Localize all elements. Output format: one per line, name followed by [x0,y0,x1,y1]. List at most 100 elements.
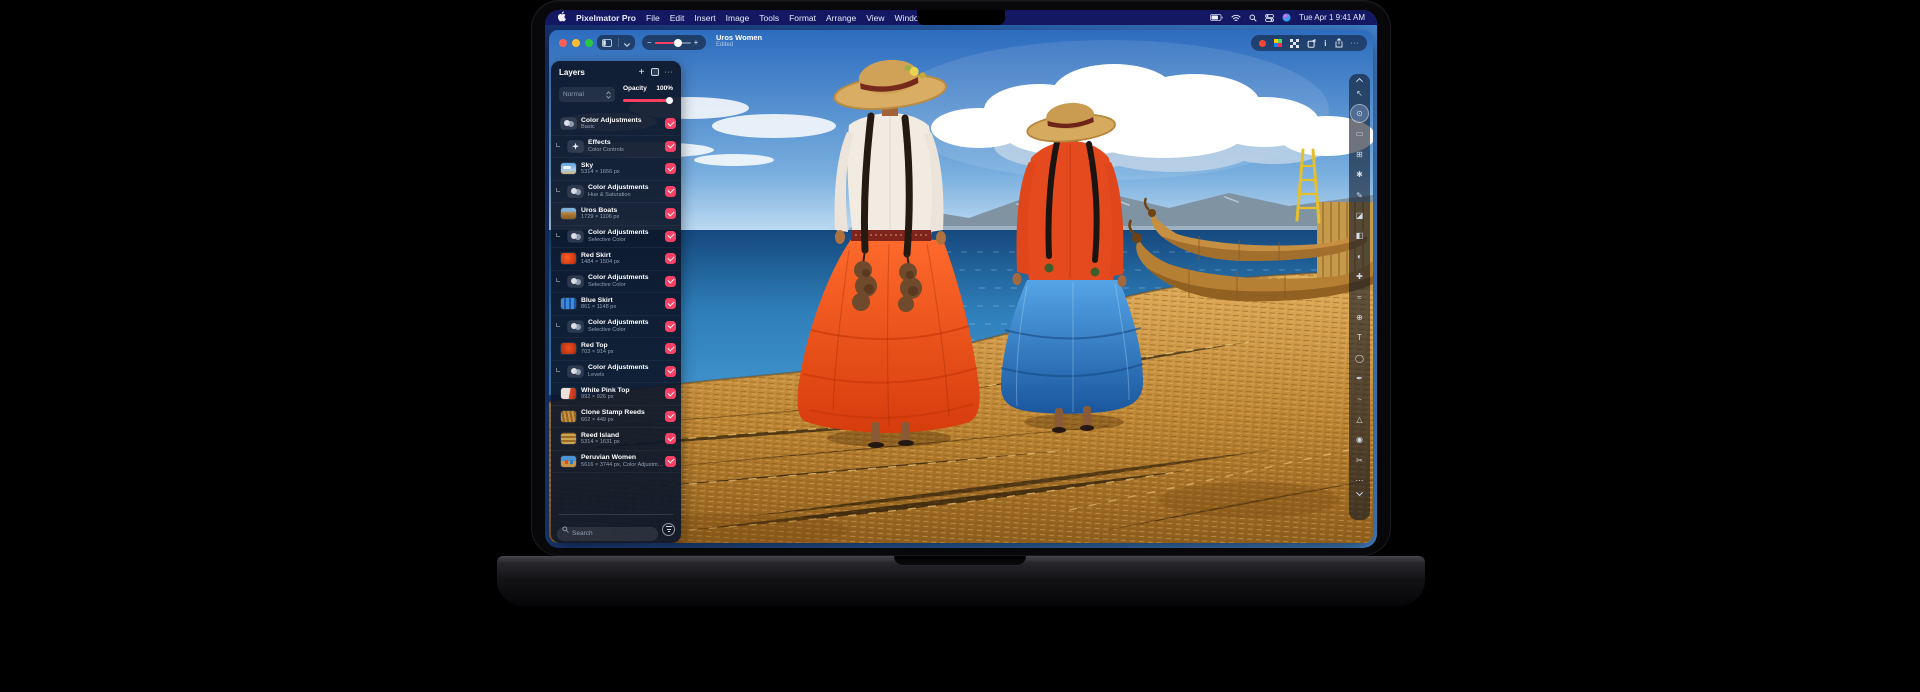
info-icon[interactable]: i [1324,39,1326,48]
layer-row[interactable]: Peruvian Women 5616 × 3744 px, Color Adj… [551,451,681,474]
layer-filter-icon[interactable] [651,68,659,76]
share-icon[interactable] [1335,38,1343,48]
more-options-icon[interactable]: ··· [1351,40,1360,47]
fullscreen-button[interactable] [585,39,593,47]
layer-row[interactable]: Red Skirt 1484 × 1504 px [551,248,681,271]
zoom-in-icon[interactable]: + [694,38,699,47]
layers-more-button[interactable]: ··· [665,69,674,76]
color-swatches-icon[interactable] [1274,39,1282,47]
erase-tool[interactable]: ◪ [1351,205,1368,225]
select-tool[interactable]: ▭ [1351,124,1368,144]
layer-row[interactable]: Clone Stamp Reeds 662 × 449 px [551,406,681,429]
document-title-block: Uros Women Edited [716,33,762,49]
layer-search-input[interactable] [557,527,658,541]
fill-tool[interactable]: ◧ [1351,226,1368,246]
layer-visibility-checkbox[interactable] [665,231,676,242]
sharpen-tool[interactable]: △ [1351,409,1368,429]
opacity-slider-knob[interactable] [666,97,673,104]
close-button[interactable] [559,39,567,47]
menu-bar-clock[interactable]: Tue Apr 1 9:41 AM [1299,13,1365,22]
layer-visibility-checkbox[interactable] [665,366,676,377]
more-tools[interactable]: ⋯ [1351,470,1368,490]
zoom-out-icon[interactable]: − [647,38,652,47]
spotlight-search-icon[interactable] [1249,14,1257,22]
layer-visibility-checkbox[interactable] [665,433,676,444]
shape-tool[interactable]: ◯ [1351,348,1368,368]
apple-menu-icon[interactable] [557,11,566,24]
selection-brush-tool[interactable]: ✱ [1351,165,1368,185]
layer-row[interactable]: Color Adjustments Selective Color [551,271,681,294]
toggle-sidebar-button[interactable] [602,34,612,52]
layer-row[interactable]: Effects Color Controls [551,136,681,159]
menu-item-format[interactable]: Format [789,13,816,23]
layer-row[interactable]: Color Adjustments Selective Color [551,226,681,249]
minimize-button[interactable] [572,39,580,47]
menu-item-arrange[interactable]: Arrange [826,13,856,23]
layer-row[interactable]: Color Adjustments Selective Color [551,316,681,339]
gradient-tool[interactable]: ◐ [1351,246,1368,266]
layer-row[interactable]: Uros Boats 1729 × 1106 px [551,203,681,226]
warp-tool[interactable]: ~ [1351,389,1368,409]
layer-row[interactable]: White Pink Top 992 × 926 px [551,383,681,406]
record-indicator-icon[interactable] [1259,40,1266,47]
layer-row[interactable]: Color Adjustments Hue & Saturation [551,181,681,204]
zoom-slider[interactable]: − + [642,35,706,50]
chevron-down-icon[interactable] [624,34,630,52]
layer-visibility-checkbox[interactable] [665,343,676,354]
pen-tool[interactable]: ✒ [1351,368,1368,388]
layer-visibility-checkbox[interactable] [665,163,676,174]
menu-item-view[interactable]: View [866,13,884,23]
layer-visibility-checkbox[interactable] [665,388,676,399]
layer-row[interactable]: Color Adjustments Levels [551,361,681,384]
menu-item-image[interactable]: Image [726,13,750,23]
paint-tool[interactable]: ✎ [1351,185,1368,205]
opacity-value: 100% [656,85,673,92]
menu-item-tools[interactable]: Tools [759,13,779,23]
layer-detail: Selective Color [588,327,665,333]
layer-visibility-checkbox[interactable] [665,321,676,332]
menu-item-edit[interactable]: Edit [670,13,685,23]
reshape-tool[interactable]: ≈ [1351,287,1368,307]
menu-item-file[interactable]: File [646,13,660,23]
layer-name: Red Top [581,342,665,350]
blend-mode-select[interactable]: Normal [559,87,615,102]
nested-layer-icon [556,143,560,147]
layer-visibility-checkbox[interactable] [665,253,676,264]
layer-visibility-checkbox[interactable] [665,208,676,219]
layer-row[interactable]: Sky 5314 × 1656 px [551,158,681,181]
menu-item-insert[interactable]: Insert [694,13,715,23]
layer-row[interactable]: Color Adjustments Basic [551,113,681,136]
layer-row[interactable]: Blue Skirt 861 × 1148 px [551,293,681,316]
move-tool[interactable]: ↖ [1351,83,1368,103]
text-tool[interactable]: T [1351,328,1368,348]
layer-visibility-checkbox[interactable] [665,276,676,287]
crop-tool[interactable]: ⊞ [1351,144,1368,164]
add-layer-button[interactable]: + [639,67,645,78]
search-filter-icon[interactable] [662,523,675,536]
canvas-size-icon[interactable] [1307,39,1316,48]
nested-layer-icon [556,188,560,192]
control-center-icon[interactable] [1265,14,1274,22]
siri-icon[interactable] [1282,13,1291,22]
layer-visibility-checkbox[interactable] [665,298,676,309]
retouch-tool[interactable]: ✚ [1351,267,1368,287]
layer-visibility-checkbox[interactable] [665,141,676,152]
opacity-slider[interactable] [623,99,671,102]
layer-detail: 1729 × 1106 px [581,214,665,220]
app-menu-title[interactable]: Pixelmator Pro [576,13,636,23]
slice-tool[interactable]: ✂ [1351,450,1368,470]
layer-row[interactable]: Reed Island 5314 × 1631 px [551,428,681,451]
clone-tool[interactable]: ⊕ [1351,307,1368,327]
zoom-slider-track[interactable] [655,42,691,44]
zoom-slider-knob[interactable] [674,39,682,47]
wifi-icon[interactable] [1231,14,1241,22]
layer-visibility-checkbox[interactable] [665,186,676,197]
layer-row[interactable]: Red Top 703 × 914 px [551,338,681,361]
battery-icon[interactable] [1210,14,1223,21]
layer-visibility-checkbox[interactable] [665,411,676,422]
color-picker-tool[interactable]: ◉ [1351,430,1368,450]
layer-visibility-checkbox[interactable] [665,118,676,129]
layer-visibility-checkbox[interactable] [665,456,676,467]
zoom-tool[interactable]: ⊙ [1351,105,1368,122]
checkerboard-icon[interactable] [1290,39,1299,48]
